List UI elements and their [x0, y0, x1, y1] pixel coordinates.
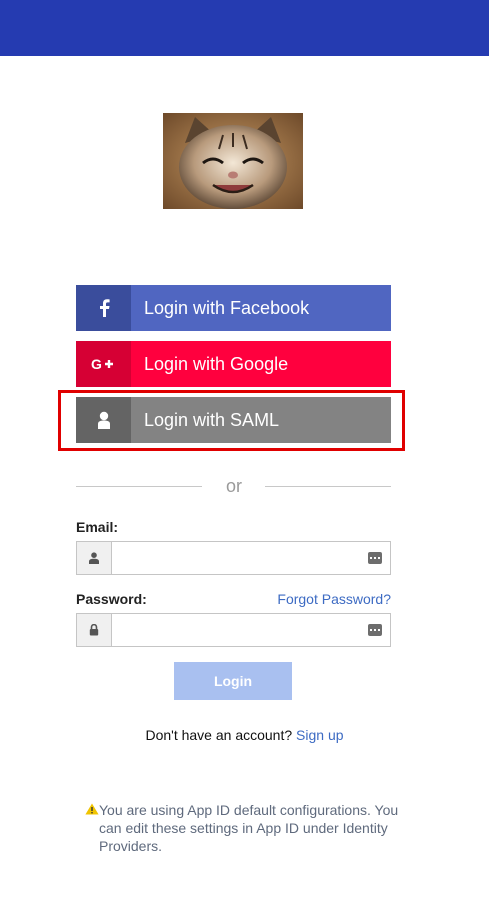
user-icon [77, 542, 112, 574]
autofill-icon[interactable] [368, 623, 382, 641]
divider-right [265, 486, 391, 487]
google-plus-icon: G [76, 341, 131, 387]
email-input-group [76, 541, 391, 575]
login-facebook-label: Login with Facebook [144, 297, 310, 318]
user-icon [76, 397, 131, 443]
signup-prompt: Don't have an account? [145, 727, 293, 743]
divider-left [76, 486, 202, 487]
facebook-icon [76, 285, 131, 331]
header-bar [0, 0, 489, 56]
logo-image [163, 113, 303, 209]
autofill-icon[interactable] [368, 551, 382, 569]
signup-prompt-line: Don't have an account? Sign up [0, 727, 489, 743]
login-button[interactable]: Login [174, 662, 292, 700]
password-input[interactable] [112, 614, 390, 644]
lock-icon [77, 614, 112, 646]
login-saml-label: Login with SAML [144, 409, 280, 430]
forgot-password-link[interactable]: Forgot Password? [277, 591, 391, 607]
svg-text:G: G [91, 357, 102, 371]
login-saml-button[interactable]: Login with SAML [76, 397, 391, 443]
password-label: Password: [76, 591, 147, 607]
notice-text: You are using App ID default configurati… [99, 802, 399, 854]
default-config-notice: You are using App ID default configurati… [85, 801, 405, 855]
divider-or: or [225, 476, 242, 496]
login-google-label: Login with Google [144, 353, 289, 374]
email-input[interactable] [112, 542, 390, 572]
email-label: Email: [76, 519, 119, 535]
password-input-group [76, 613, 391, 647]
login-google-button[interactable]: G Login with Google [76, 341, 391, 387]
login-facebook-button[interactable]: Login with Facebook [76, 285, 391, 331]
signup-link[interactable]: Sign up [296, 727, 343, 743]
warning-icon [85, 801, 99, 855]
